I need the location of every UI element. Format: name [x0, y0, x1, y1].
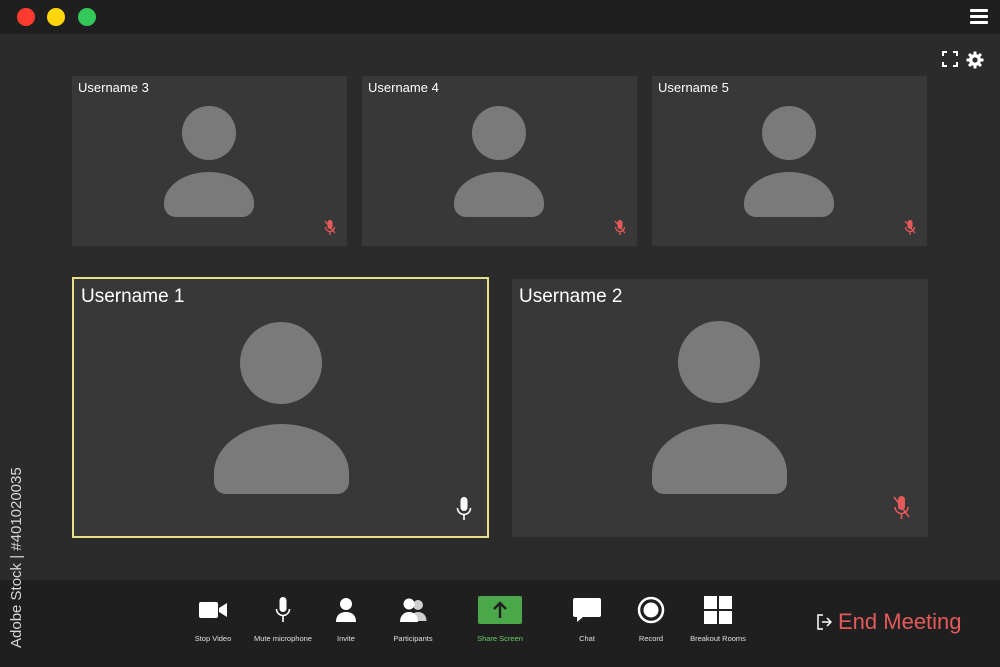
avatar-icon	[240, 322, 322, 404]
microphone-icon[interactable]	[456, 496, 472, 523]
window-maximize-button[interactable]	[78, 8, 96, 26]
end-meeting-button[interactable]: End Meeting	[816, 607, 962, 637]
participant-tile-4[interactable]: Username 4	[362, 76, 637, 246]
participant-tile-5[interactable]: Username 5	[652, 76, 927, 246]
menu-icon[interactable]	[970, 9, 988, 25]
window-minimize-button[interactable]	[47, 8, 65, 26]
participant-tile-1[interactable]: Username 1	[72, 277, 489, 538]
muted-mic-icon[interactable]	[893, 495, 910, 523]
exit-icon	[817, 614, 832, 630]
record-icon	[637, 596, 665, 624]
window-close-button[interactable]	[17, 8, 35, 26]
avatar-body	[652, 424, 787, 494]
participant-name: Username 4	[368, 80, 439, 95]
participant-tile-3[interactable]: Username 3	[72, 76, 347, 246]
stock-watermark: Adobe Stock | #401020035	[8, 467, 25, 648]
people-icon	[400, 598, 427, 622]
share-screen-button[interactable]: Share Screen	[455, 594, 545, 643]
avatar-icon	[472, 106, 526, 160]
microphone-icon	[275, 597, 291, 622]
video-camera-icon	[199, 602, 227, 618]
participant-name: Username 5	[658, 80, 729, 95]
participant-tile-2[interactable]: Username 2	[512, 279, 928, 537]
muted-mic-icon	[904, 220, 916, 235]
end-meeting-label: End Meeting	[838, 609, 962, 634]
avatar-icon	[762, 106, 816, 160]
avatar-body	[164, 172, 254, 217]
avatar-icon	[182, 106, 236, 160]
chat-icon	[573, 598, 601, 622]
avatar-icon	[678, 321, 760, 403]
participant-name: Username 2	[519, 286, 623, 307]
settings-gear-icon[interactable]	[966, 51, 984, 69]
share-screen-icon	[493, 601, 507, 618]
avatar-body	[454, 172, 544, 217]
share-screen-label: Share Screen	[477, 634, 523, 643]
breakout-rooms-button[interactable]: Breakout Rooms	[673, 594, 763, 643]
participant-name: Username 3	[78, 80, 149, 95]
avatar-body	[744, 172, 834, 217]
avatar-body	[214, 424, 349, 494]
participant-name: Username 1	[81, 286, 185, 307]
grid-icon	[704, 596, 732, 624]
participants-button[interactable]: Participants	[368, 594, 458, 643]
muted-mic-icon	[324, 220, 336, 235]
participants-label: Participants	[393, 634, 433, 643]
muted-mic-icon	[614, 220, 626, 235]
title-bar	[0, 0, 1000, 34]
person-icon	[336, 598, 356, 622]
breakout-rooms-label: Breakout Rooms	[690, 634, 746, 643]
fullscreen-icon[interactable]	[942, 51, 958, 69]
